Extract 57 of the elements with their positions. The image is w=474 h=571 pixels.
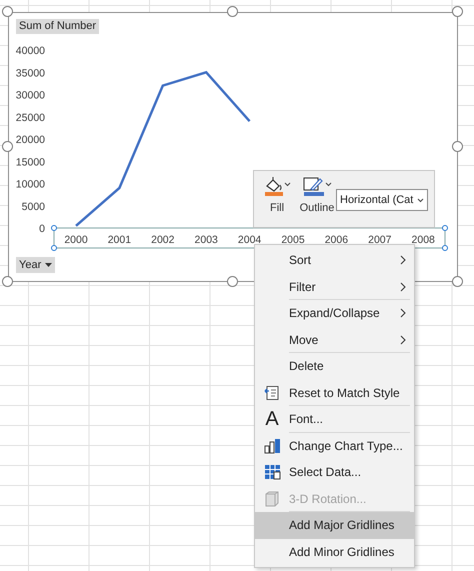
dropdown-arrow-icon xyxy=(45,263,52,267)
resize-handle[interactable] xyxy=(452,276,463,287)
chevron-down-icon xyxy=(284,182,290,187)
resize-handle[interactable] xyxy=(227,6,238,17)
y-axis-label: 40000 xyxy=(16,45,45,57)
y-axis-label: 0 xyxy=(39,223,45,235)
menu-item[interactable]: Select Data... xyxy=(255,459,414,486)
y-axis-label: 10000 xyxy=(16,178,45,190)
menu-item[interactable]: Move xyxy=(255,326,414,353)
menu-item[interactable]: Add Minor Gridlines xyxy=(255,538,414,565)
bar-chart-icon xyxy=(264,438,280,454)
y-axis-label: 35000 xyxy=(16,67,45,80)
resize-handle[interactable] xyxy=(2,6,13,17)
paint-bucket-icon xyxy=(264,176,284,196)
x-axis-label: 2005 xyxy=(281,234,305,246)
resize-handle[interactable] xyxy=(452,141,463,152)
resize-handle[interactable] xyxy=(2,276,13,287)
x-axis-label: 2002 xyxy=(151,234,174,246)
menu-item[interactable]: Expand/Collapse xyxy=(255,300,414,326)
pen-outline-icon xyxy=(302,176,324,196)
x-axis-label: 2000 xyxy=(64,234,88,246)
x-axis-label: 2008 xyxy=(412,234,435,246)
value-field-button[interactable]: Sum of Number xyxy=(16,19,100,34)
selection-handle[interactable] xyxy=(442,225,448,231)
selection-handle[interactable] xyxy=(51,225,57,231)
menu-item[interactable]: Change Chart Type... xyxy=(255,432,414,459)
y-axis-label: 15000 xyxy=(16,156,45,168)
x-axis-label: 2004 xyxy=(238,234,262,246)
axis-field-button[interactable]: Year xyxy=(16,257,56,273)
menu-item[interactable]: A Font... xyxy=(255,406,414,432)
resize-handle[interactable] xyxy=(452,6,463,17)
x-axis-label: 2003 xyxy=(194,234,218,246)
chevron-down-icon xyxy=(417,198,424,202)
menu-item[interactable]: Add Major Gridlines xyxy=(255,512,414,538)
menu-item[interactable]: Filter xyxy=(255,274,414,300)
selection-handle[interactable] xyxy=(51,245,57,251)
y-axis-label: 5000 xyxy=(22,200,45,213)
resize-handle[interactable] xyxy=(227,276,238,287)
y-axis-label: 30000 xyxy=(16,90,45,102)
resize-handle[interactable] xyxy=(2,141,13,152)
y-axis-label: 20000 xyxy=(16,134,45,146)
cube-icon xyxy=(264,490,280,507)
menu-item[interactable]: Delete xyxy=(255,353,414,380)
chart-element-dropdown[interactable]: Horizontal (Cat xyxy=(336,189,428,211)
x-axis-label: 2006 xyxy=(324,234,348,246)
chevron-down-icon xyxy=(324,182,332,187)
table-data-icon xyxy=(264,464,280,480)
x-axis-label: 2001 xyxy=(108,234,132,246)
reset-style-icon xyxy=(264,384,280,401)
outline-button[interactable]: Outline xyxy=(298,176,336,216)
selection-handle[interactable] xyxy=(442,245,448,251)
menu-item[interactable]: Reset to Match Style xyxy=(255,380,414,406)
menu-item[interactable]: Sort xyxy=(255,247,414,274)
font-icon: A xyxy=(265,409,279,430)
fill-button[interactable]: Fill xyxy=(262,176,292,216)
x-axis-label: 2007 xyxy=(368,234,392,246)
y-axis-label: 25000 xyxy=(16,112,45,124)
